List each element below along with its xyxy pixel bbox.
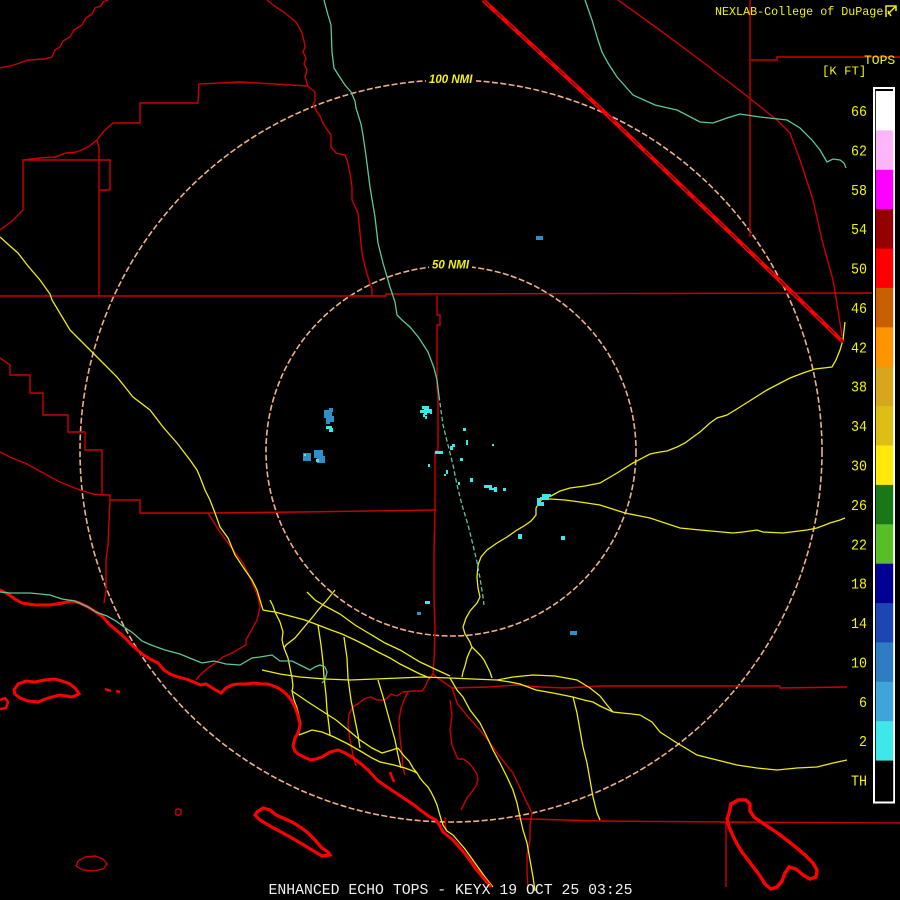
svg-text:ENHANCED ECHO TOPS - KEYX 19 O: ENHANCED ECHO TOPS - KEYX 19 OCT 25 03:2… <box>269 883 633 899</box>
svg-text:[K FT]: [K FT] <box>822 65 866 79</box>
svg-text:62: 62 <box>851 144 867 160</box>
svg-text:NEXLAB-College of DuPage: NEXLAB-College of DuPage <box>715 5 883 19</box>
svg-text:18: 18 <box>851 578 867 594</box>
svg-text:TH: TH <box>851 775 867 791</box>
svg-text:10: 10 <box>851 656 867 672</box>
svg-text:30: 30 <box>851 460 867 476</box>
svg-text:22: 22 <box>851 538 867 554</box>
svg-text:TOPS: TOPS <box>864 53 895 68</box>
svg-text:66: 66 <box>851 105 867 121</box>
svg-text:34: 34 <box>851 420 867 436</box>
svg-text:2: 2 <box>859 735 867 751</box>
svg-text:26: 26 <box>851 499 867 515</box>
svg-text:58: 58 <box>851 184 867 200</box>
svg-text:100 NMI: 100 NMI <box>429 74 473 86</box>
svg-text:50: 50 <box>851 263 867 279</box>
svg-text:42: 42 <box>851 341 867 357</box>
svg-text:6: 6 <box>859 696 867 712</box>
svg-text:14: 14 <box>851 617 867 633</box>
svg-text:46: 46 <box>851 302 867 318</box>
svg-text:54: 54 <box>851 223 867 239</box>
svg-text:38: 38 <box>851 381 867 397</box>
svg-text:50 NMI: 50 NMI <box>432 260 470 272</box>
